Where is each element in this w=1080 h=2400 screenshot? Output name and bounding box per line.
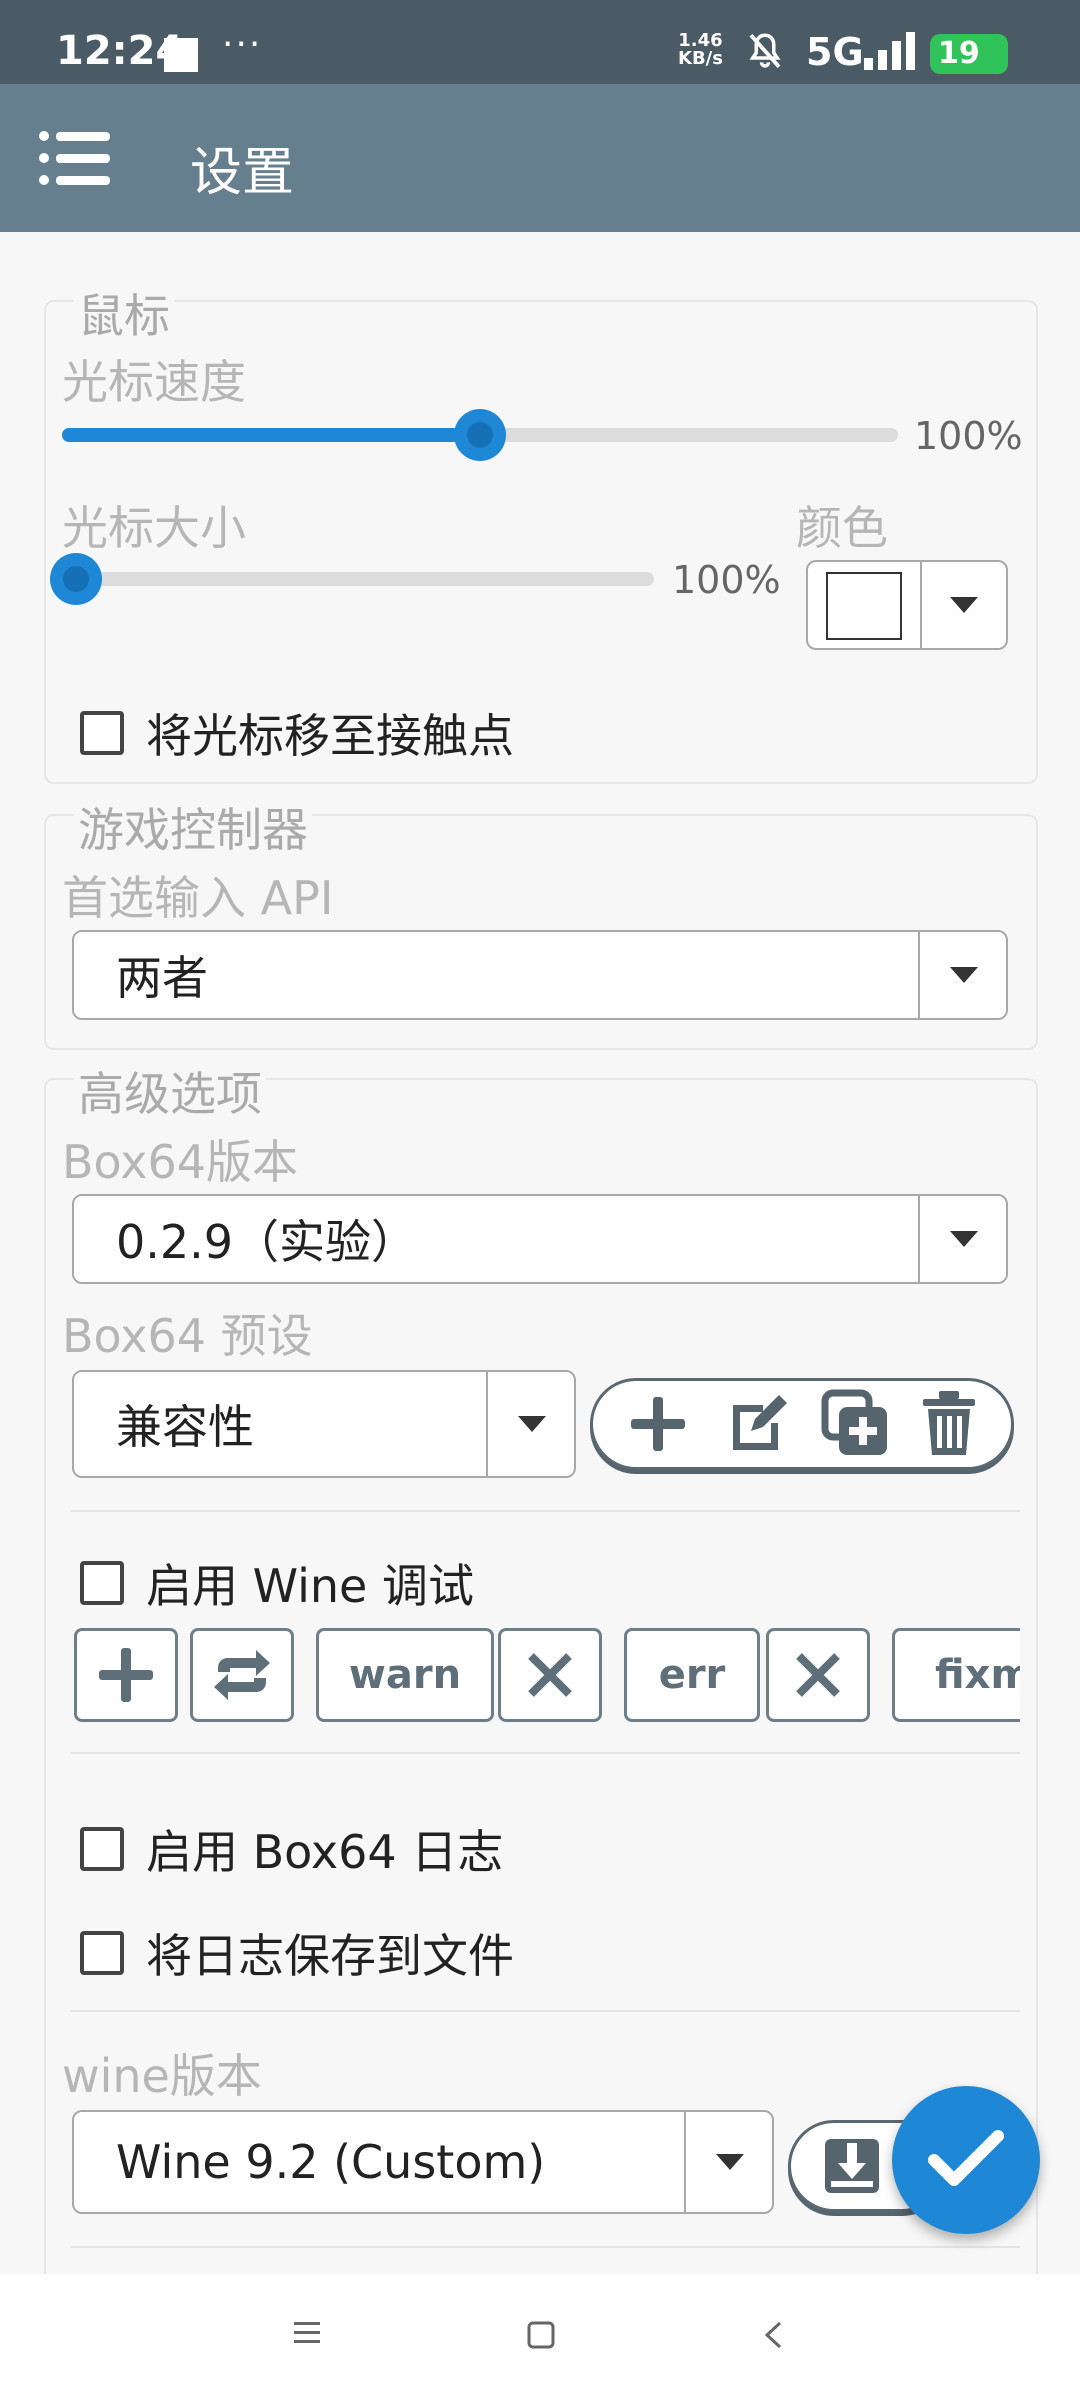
battery-level: 19 (938, 36, 980, 71)
wine-version-label: wine版本 (62, 2049, 262, 2103)
wine-version-value: Wine 9.2 (Custom) (116, 2135, 546, 2189)
duplicate-icon[interactable] (821, 1389, 891, 1459)
color-swatch (826, 572, 902, 640)
box64-preset-label: Box64 预设 (62, 1309, 313, 1363)
wine-debug-checkbox[interactable]: 启用 Wine 调试 (80, 1550, 474, 1616)
input-api-value: 两者 (116, 951, 208, 1005)
cursor-speed-thumb[interactable] (454, 409, 506, 461)
preset-actions (590, 1378, 1014, 1470)
box64-preset-select[interactable]: 兼容性 (72, 1370, 576, 1478)
checkbox-box[interactable] (80, 1931, 124, 1975)
cursor-size-label: 光标大小 (62, 501, 246, 555)
wine-version-select[interactable]: Wine 9.2 (Custom) (72, 2110, 774, 2214)
chevron-down-icon (518, 1416, 546, 1432)
page-title: 设置 (190, 143, 295, 203)
more-notifications: ··· (222, 24, 263, 65)
close-icon (796, 1653, 840, 1697)
checkbox-box[interactable] (80, 711, 124, 755)
download-icon (825, 2139, 879, 2193)
network-speed: 1.46 KB/s (678, 32, 723, 68)
color-picker[interactable] (806, 560, 1008, 650)
chevron-down-icon (950, 1231, 978, 1247)
debug-channel-warn[interactable]: warn (316, 1628, 494, 1722)
debug-channel-err[interactable]: err (624, 1628, 760, 1722)
cursor-speed-value: 100% (914, 414, 1023, 458)
divider (70, 1510, 1020, 1512)
cursor-speed-fill (62, 428, 480, 442)
toggle-channels-button[interactable] (190, 1628, 294, 1722)
delete-icon[interactable] (919, 1389, 979, 1459)
channel-label: warn (348, 1652, 462, 1698)
channel-label: fixm (935, 1652, 1020, 1698)
move-cursor-label: 将光标移至接触点 (146, 709, 514, 763)
channel-label: err (658, 1652, 726, 1698)
home-nav-icon[interactable] (526, 2320, 556, 2350)
add-channel-button[interactable] (74, 1628, 178, 1722)
edit-icon[interactable] (723, 1389, 793, 1459)
divider (70, 2010, 1020, 2012)
cursor-speed-label: 光标速度 (62, 355, 246, 409)
input-api-select[interactable]: 两者 (72, 930, 1008, 1020)
move-cursor-checkbox[interactable]: 将光标移至接触点 (80, 700, 514, 766)
advanced-legend: 高级选项 (74, 1058, 266, 1124)
bell-muted-icon (749, 33, 781, 69)
wine-debug-label: 启用 Wine 调试 (146, 1559, 474, 1613)
menu-nav-icon[interactable] (292, 2320, 322, 2346)
menu-icon[interactable] (38, 128, 110, 188)
cursor-size-value: 100% (672, 558, 781, 602)
chevron-down-icon (716, 2154, 744, 2170)
save-log-label: 将日志保存到文件 (146, 1929, 514, 1983)
checkbox-box[interactable] (80, 1827, 124, 1871)
speed-unit: KB/s (678, 48, 723, 69)
input-api-label: 首选输入 API (62, 871, 334, 925)
remove-err-button[interactable] (766, 1628, 870, 1722)
controller-legend: 游戏控制器 (74, 794, 312, 860)
box64-version-value: 0.2.9（实验） (116, 1215, 418, 1269)
cursor-size-track[interactable] (62, 572, 654, 586)
app-bar: 设置 (0, 84, 1080, 232)
add-icon[interactable] (623, 1389, 693, 1459)
box64-preset-value: 兼容性 (116, 1400, 254, 1454)
add-icon (99, 1648, 153, 1702)
network-type: 5G (806, 30, 864, 74)
system-nav-bar (0, 2274, 1080, 2400)
cursor-size-thumb[interactable] (50, 553, 102, 605)
notification-square-icon (164, 38, 198, 72)
divider (70, 2246, 1020, 2248)
chevron-down-icon (950, 967, 978, 983)
back-nav-icon[interactable] (762, 2320, 784, 2350)
color-label: 颜色 (796, 501, 888, 555)
save-log-checkbox[interactable]: 将日志保存到文件 (80, 1920, 514, 1986)
divider (70, 1752, 1020, 1754)
debug-channel-fixme[interactable]: fixm (892, 1628, 1020, 1722)
battery-indicator: 19 (930, 34, 1008, 74)
close-icon (528, 1653, 572, 1697)
confirm-button[interactable] (892, 2086, 1040, 2234)
checkbox-box[interactable] (80, 1561, 124, 1605)
swap-icon (214, 1650, 270, 1700)
check-icon (928, 2130, 1004, 2186)
status-bar: 12:24 ··· 1.46 KB/s 5G 19 (0, 0, 1080, 84)
box64-log-checkbox[interactable]: 启用 Box64 日志 (80, 1816, 503, 1882)
mouse-legend: 鼠标 (74, 280, 174, 346)
remove-warn-button[interactable] (498, 1628, 602, 1722)
box64-version-select[interactable]: 0.2.9（实验） (72, 1194, 1008, 1284)
box64-version-label: Box64版本 (62, 1135, 299, 1189)
box64-log-label: 启用 Box64 日志 (146, 1825, 504, 1879)
signal-icon (864, 32, 915, 70)
chevron-down-icon (950, 597, 978, 613)
